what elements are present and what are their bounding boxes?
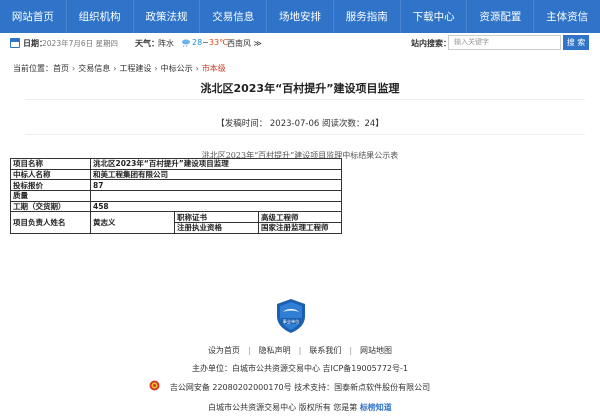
nav-item-trade-info[interactable]: 交易信息	[200, 0, 268, 33]
weather-condition: 阵水	[158, 39, 174, 48]
footer-sponsor: 主办单位：白城市公共资源交易中心 吉ICP备19005772号-1	[191, 364, 408, 373]
meta-divider	[25, 134, 585, 135]
page-title: 洮北区2023年“百村提升”建设项目监理	[200, 82, 400, 95]
breadcrumb-current[interactable]: 市本级	[202, 64, 226, 73]
table-row: 投标报价 87	[10, 179, 342, 192]
breadcrumb-item-home[interactable]: 首页	[53, 64, 69, 73]
quality-value	[90, 190, 342, 202]
nav-item-organization[interactable]: 组织机构	[67, 0, 134, 33]
table-row: 质量	[10, 190, 342, 202]
nav-item-downloads[interactable]: 下载中心	[401, 0, 468, 33]
breadcrumb-item-trade-info[interactable]: 交易信息	[78, 64, 110, 73]
table-row: 项目负责人姓名 黄志义 职称证书 高级工程师	[10, 211, 342, 234]
license-label: 注册执业资格	[174, 222, 259, 234]
winner-value: 和美工程集团有限公司	[90, 168, 342, 181]
nav-item-service-guide[interactable]: 服务指南	[334, 0, 401, 33]
period-label: 工期（交货期）	[10, 200, 91, 213]
calendar-icon	[10, 38, 20, 48]
license-value: 国家注册监理工程师	[258, 222, 342, 234]
footer-link-set-home[interactable]: 设为首页	[208, 346, 240, 355]
rain-cloud-icon	[182, 39, 190, 48]
nav-item-home[interactable]: 网站首页	[0, 0, 67, 33]
temperature: 28~33℃	[192, 38, 229, 47]
footer-copyright: 白城市公共资源交易中心 版权所有 您是第 标榜知道	[208, 403, 392, 412]
bid-result-table: 项目名称 洮北区2023年“百村提升”建设项目监理 中标人名称 和美工程集团有限…	[10, 158, 342, 234]
search-button[interactable]: 搜 索	[563, 35, 589, 50]
search-label: 站内搜索：	[411, 39, 451, 48]
cert-value: 高级工程师	[258, 211, 342, 224]
project-name-value: 洮北区2023年“百村提升”建设项目监理	[90, 158, 342, 170]
bid-value: 87	[90, 179, 342, 192]
nav-item-venue[interactable]: 场地安排	[267, 0, 334, 33]
wind[interactable]: 西南风 ≫	[227, 38, 262, 49]
bid-label: 投标报价	[10, 179, 91, 192]
public-institution-logo-icon[interactable]: 事业单位	[275, 298, 307, 334]
search-input[interactable]: 输入关键字	[448, 35, 561, 50]
footer-links: 设为首页 | 隐私声明 | 联系我们 | 网站地图	[207, 346, 393, 355]
breadcrumb-item-bid-notice[interactable]: 中标公示	[161, 64, 193, 73]
period-value: 458	[90, 200, 342, 213]
footer-link-contact[interactable]: 联系我们	[309, 346, 341, 355]
footer-link-privacy[interactable]: 隐私声明	[259, 346, 291, 355]
breadcrumb-item-construction[interactable]: 工程建设	[119, 64, 151, 73]
article-meta: 【发稿时间： 2023-07-06 阅读次数：24】	[216, 119, 384, 129]
footer-security-record: 吉公网安备 22080202000170号 技术支持：国泰新点软件股份有限公司	[169, 383, 431, 392]
quality-label: 质量	[10, 190, 91, 202]
nav-item-resources[interactable]: 资源配置	[467, 0, 535, 33]
svg-text:事业单位: 事业单位	[283, 318, 300, 325]
breadcrumb: 当前位置：首页 › 交易信息 › 工程建设 › 中标公示 › 市本级	[13, 64, 226, 73]
nav-item-policy[interactable]: 政策法规	[134, 0, 201, 33]
project-name-label: 项目名称	[10, 158, 91, 170]
breadcrumb-prefix: 当前位置：	[13, 64, 53, 73]
footer-link-sitemap[interactable]: 网站地图	[360, 346, 392, 355]
title-divider	[25, 99, 585, 100]
manager-label: 项目负责人姓名	[10, 211, 91, 234]
table-row: 中标人名称 和美工程集团有限公司	[10, 168, 342, 181]
main-nav: 网站首页 组织机构 政策法规 交易信息 场地安排 服务指南 下载中心 资源配置 …	[0, 0, 600, 33]
table-row: 工期（交货期） 458	[10, 200, 342, 213]
date-value: 2023年7月6日 星期四	[42, 39, 119, 48]
nav-item-credit[interactable]: 主体资信	[534, 0, 600, 33]
manager-value: 黄志义	[90, 211, 175, 234]
cert-label: 职称证书	[174, 211, 259, 224]
weather-label: 天气：	[135, 39, 159, 48]
table-row: 项目名称 洮北区2023年“百村提升”建设项目监理	[10, 158, 342, 170]
accessibility-link[interactable]: 标榜知道	[360, 403, 392, 412]
winner-label: 中标人名称	[10, 168, 91, 181]
